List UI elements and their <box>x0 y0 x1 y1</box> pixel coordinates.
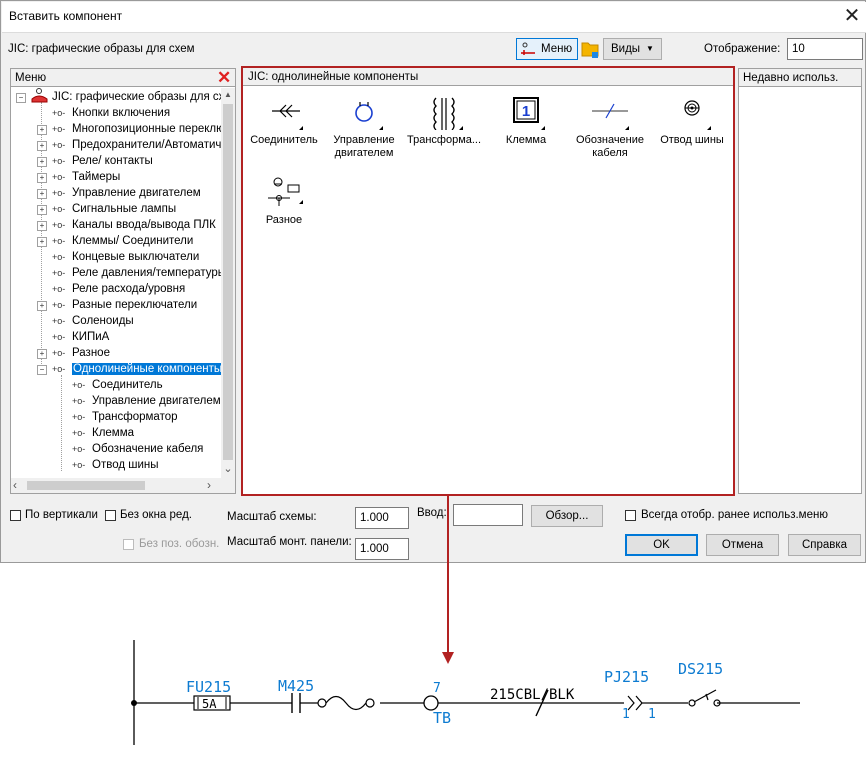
motor-tag: M425 <box>278 677 314 695</box>
callout-arrowhead <box>442 652 454 664</box>
overload-symbol <box>325 695 367 711</box>
connector-tag: PJ215 <box>604 668 649 686</box>
connector-pin-left: 1 <box>622 707 630 722</box>
connector-pin-right: 1 <box>648 707 656 722</box>
fuse-tag: FU215 <box>186 678 231 696</box>
disconnect-symbol <box>688 699 696 707</box>
connector-symbol <box>627 695 643 711</box>
disconnect-tag: DS215 <box>678 660 723 678</box>
motor-contact-symbol <box>291 693 301 713</box>
terminal-symbol <box>423 695 439 711</box>
terminal-number: 7 <box>433 681 441 696</box>
terminal-tag: TB <box>433 709 451 727</box>
fuse-rating: 5A <box>202 697 217 711</box>
cable-label: 215CBL/BLK <box>490 687 575 703</box>
single-line-diagram: FU215 5A M425 7 TB 215CBL/BLK PJ215 1 1 … <box>131 495 800 745</box>
